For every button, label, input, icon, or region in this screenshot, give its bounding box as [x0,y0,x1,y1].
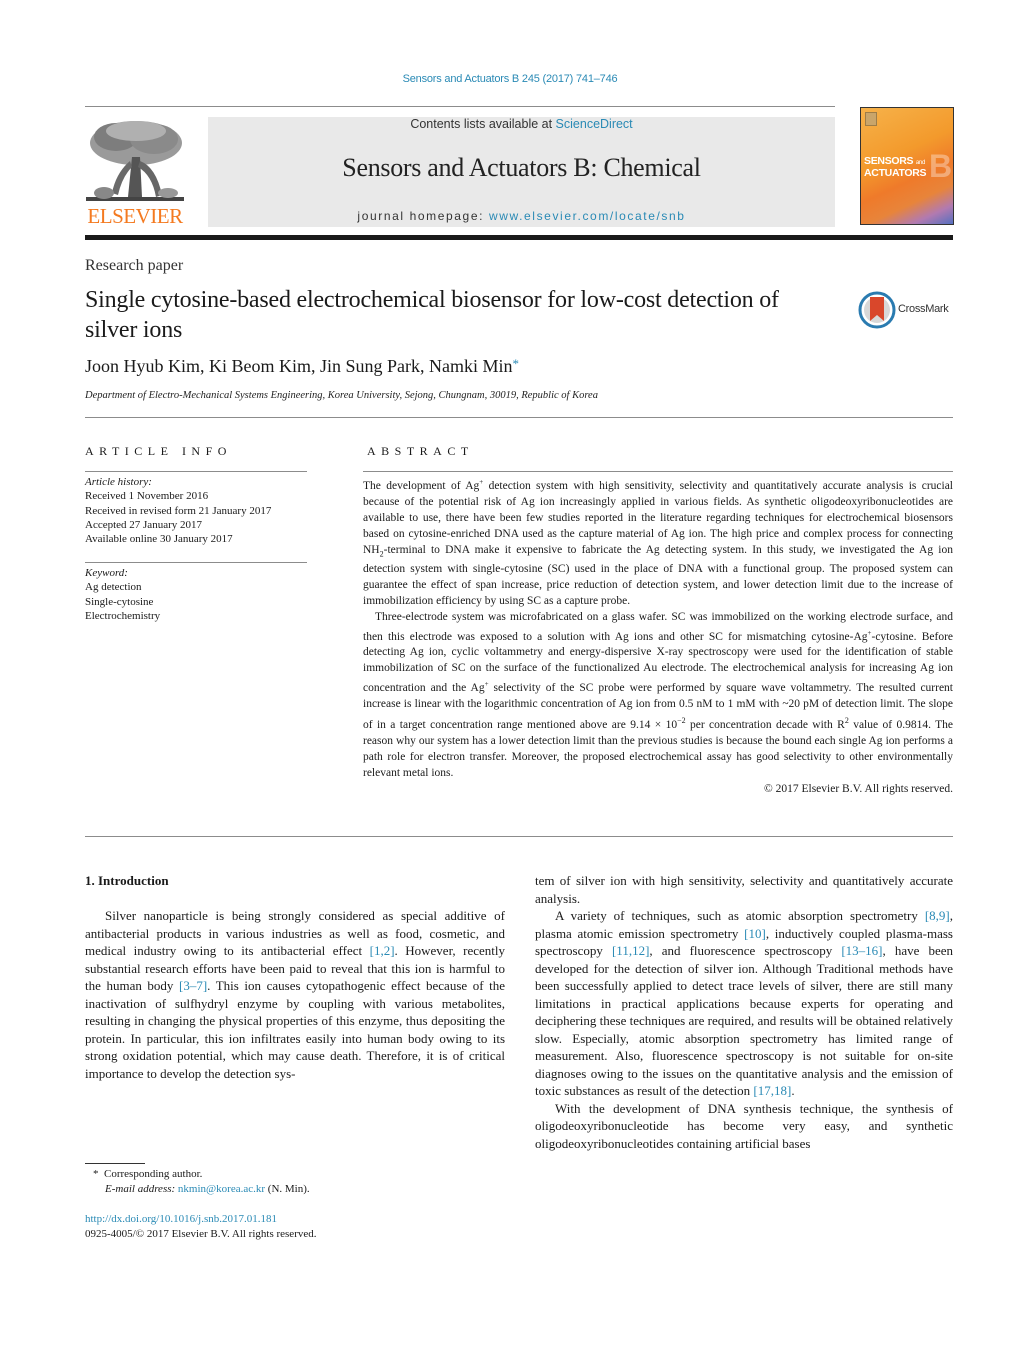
email-label: E-mail address: [105,1183,178,1195]
keyword-item: Ag detection [85,581,142,594]
footnote-mark: * [93,1168,99,1180]
intro-paragraph-2: A variety of techniques, such as atomic … [535,907,953,1100]
elsevier-tree-icon [86,117,184,205]
intro-paragraph-1-continued: tem of silver ion with high sensitivity,… [535,873,953,906]
cover-letter: B [929,148,953,184]
history-revised: Received in revised form 21 January 2017 [85,504,272,517]
authors-names: Joon Hyub Kim, Ki Beom Kim, Jin Sung Par… [85,356,513,376]
cover-title-line2: ACTUATORS [864,167,927,179]
body-text: , have been developed for the detection … [535,943,953,1098]
journal-homepage-line: journal homepage: www.elsevier.com/locat… [208,209,835,223]
corresponding-author-label: Corresponding author. [104,1168,203,1180]
doi-link[interactable]: http://dx.doi.org/10.1016/j.snb.2017.01.… [85,1213,277,1225]
reference-link[interactable]: [3–7] [179,978,207,993]
contents-line: Contents lists available at ScienceDirec… [208,117,835,131]
abstract-copyright: © 2017 Elsevier B.V. All rights reserved… [764,782,953,795]
abstract-paragraph-2: Three-electrode system was microfabricat… [363,610,953,782]
article-type: Research paper [85,257,184,274]
email-suffix: (N. Min). [265,1183,310,1195]
keyword-item: Electrochemistry [85,609,161,622]
reference-link[interactable]: [11,12] [612,943,649,958]
intro-paragraph-3: With the development of DNA synthesis te… [535,1100,953,1151]
abstract-text: per concentration decade with R [685,718,845,731]
abstract-heading: ABSTRACT [367,444,474,458]
email-line: E-mail address: nkmin@korea.ac.kr (N. Mi… [93,1182,310,1197]
body-text: . [791,1083,795,1098]
crossmark-icon [858,291,896,329]
reference-link[interactable]: [8,9] [925,908,950,923]
crossmark-button[interactable]: CrossMark [858,291,958,331]
keywords-label: Keyword: [85,567,128,579]
body-column-right: tem of silver ion with high sensitivity,… [535,872,953,1152]
corresponding-author-mark[interactable]: * [513,356,520,371]
corresponding-author-note: * Corresponding author. [93,1167,310,1182]
keywords-divider [85,562,307,563]
elsevier-wordmark: ELSEVIER [87,204,183,228]
reference-link[interactable]: [13–16] [841,943,882,958]
intro-paragraph-1: Silver nanoparticle is being strongly co… [85,907,505,1082]
reference-link[interactable]: [1,2] [370,943,395,958]
body-column-left: Silver nanoparticle is being strongly co… [85,907,505,1082]
affiliation: Department of Electro-Mechanical Systems… [85,390,598,401]
journal-title: Sensors and Actuators B: Chemical [342,153,701,182]
crossmark-label: CrossMark [898,303,949,315]
cover-publisher-icon [865,112,877,126]
reference-link[interactable]: [17,18] [753,1083,791,1098]
article-history-label: Article history: [85,476,152,488]
history-online: Available online 30 January 2017 [85,533,233,546]
cover-and: and [915,160,925,166]
superscript: −2 [677,716,686,726]
article-info-divider [85,471,307,472]
journal-homepage-link[interactable]: www.elsevier.com/locate/snb [489,209,686,223]
elsevier-logo[interactable]: ELSEVIER [84,117,186,227]
footnote-divider [85,1163,145,1164]
history-accepted: Accepted 27 January 2017 [85,518,202,531]
journal-cover-thumbnail[interactable]: B SENSORS and ACTUATORS [860,107,954,225]
author-list: Joon Hyub Kim, Ki Beom Kim, Jin Sung Par… [85,356,519,377]
issn-copyright: 0925-4005/© 2017 Elsevier B.V. All right… [85,1228,317,1240]
history-received: Received 1 November 2016 [85,490,209,503]
journal-banner: Contents lists available at ScienceDirec… [208,117,835,227]
reference-link[interactable]: [10] [744,926,766,941]
header-divider [85,417,953,418]
article-history: Article history: Received 1 November 201… [85,475,307,546]
body-text: . This ion causes cytopathogenic effect … [85,978,506,1081]
article-info-heading: ARTICLE INFO [85,444,232,458]
abstract-text: -terminal to DNA make it expensive to fa… [363,543,953,607]
keywords: Keyword: Ag detection Single-cytosine El… [85,566,307,623]
cover-sensors: SENSORS [864,155,914,167]
abstract-paragraph-1: The development of Ag+ detection system … [363,475,953,610]
footnote: * Corresponding author. E-mail address: … [93,1167,310,1197]
top-divider [85,106,835,107]
abstract-text: Three-electrode system was microfabricat… [363,610,953,643]
abstract-text: The development of Ag [363,479,480,492]
journal-citation[interactable]: Sensors and Actuators B 245 (2017) 741–7… [0,73,1020,85]
body-text: , and fluorescence spectroscopy [649,943,842,958]
sciencedirect-link[interactable]: ScienceDirect [556,117,633,131]
header-thick-divider [85,235,953,240]
homepage-prefix: journal homepage: [357,209,489,223]
contents-prefix: Contents lists available at [410,117,556,131]
author-email-link[interactable]: nkmin@korea.ac.kr [178,1183,265,1195]
body-text: A variety of techniques, such as atomic … [555,908,925,923]
abstract-bottom-divider [85,836,953,837]
abstract-body: The development of Ag+ detection system … [363,475,953,798]
section-heading-introduction: 1. Introduction [85,873,169,888]
doi-block: http://dx.doi.org/10.1016/j.snb.2017.01.… [85,1212,317,1242]
article-title: Single cytosine-based electrochemical bi… [85,287,779,343]
keyword-item: Single-cytosine [85,595,154,608]
abstract-divider [363,471,953,472]
